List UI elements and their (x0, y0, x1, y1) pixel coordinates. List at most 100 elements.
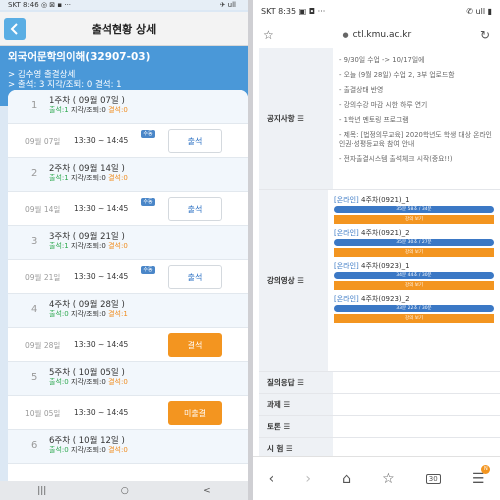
url-field[interactable]: ● ctl.kmu.ac.kr (342, 30, 411, 40)
absent-count: 결석:0 (108, 378, 128, 386)
notice-item[interactable]: - 제목: [법정의무교육] 2020학년도 학생 대상 온라인 인권·성평등교… (339, 131, 494, 149)
video-name: 4주차(0921)_2 (361, 229, 410, 237)
status-icons-right: ▣ ◘ ··· (298, 6, 326, 16)
video-title[interactable]: [온라인] 4주차(0921)_2 (334, 228, 494, 238)
videos-label-text: 강의영상 (267, 276, 295, 285)
recent-apps-button[interactable]: ||| (37, 486, 46, 496)
late-count: 지각/조퇴:0 (70, 242, 106, 250)
late-count: 지각/조퇴:0 (70, 174, 106, 182)
lock-icon: ● (342, 31, 349, 39)
attend-count: 출석:0 (49, 378, 69, 386)
list-icon: ☰ (283, 422, 291, 431)
bookmarks-icon[interactable]: ☆ (382, 471, 395, 487)
section-label: 과제 ☰ (259, 394, 333, 415)
attendance-status-button[interactable]: 출석 (168, 265, 222, 289)
section-value (333, 416, 500, 437)
menu-button[interactable]: ☰ N (472, 464, 491, 487)
attendance-status-button[interactable]: 출석 (168, 129, 222, 153)
notice-item[interactable]: - 오늘 (9월 28일) 수업 2, 3부 업로드함 (339, 71, 494, 80)
attendance-list: 1 1주차 ( 09월 07일 ) 출석:1 지각/조퇴:0 결석:0 09월 07일… (8, 90, 248, 500)
status-time-right: SKT 8:35 (261, 6, 297, 16)
browser-back-icon[interactable]: ‹ (269, 471, 275, 487)
session-date: 09월 28일 (25, 341, 61, 350)
status-bar-right: SKT 8:35 ▣ ◘ ··· ✆ ull ▮ (253, 0, 500, 22)
attend-count: 출석:0 (49, 446, 69, 454)
week-row[interactable]: 3 3주차 ( 09월 21일 ) 출석:1 지각/조퇴:0 결석:0 (8, 226, 248, 260)
notices-label-text: 공지사항 (267, 114, 295, 123)
course-page-content: 공지사항 ☰ - 9/30일 수업 -> 10/17일에 - 오늘 (9월 28일… (259, 48, 500, 466)
watch-lecture-button[interactable]: 강의 보기 (334, 215, 494, 224)
session-row: 09월 14일 13:30 ~ 14:45 수동 출석 (8, 192, 248, 226)
section-row[interactable]: 과제 ☰ (259, 394, 500, 416)
session-date: 09월 21일 (25, 273, 61, 282)
week-row[interactable]: 1 1주차 ( 09월 07일 ) 출석:1 지각/조퇴:0 결석:0 (8, 90, 248, 124)
home-button[interactable]: ○ (121, 486, 129, 496)
week-stats: 출석:1 지각/조퇴:0 결석:0 (49, 173, 128, 183)
notice-item[interactable]: - 출결상태 반영 (339, 86, 494, 95)
browser-forward-icon[interactable]: › (305, 471, 311, 487)
video-item: [온라인] 4주차(0921)_1 35분 58초 / 34분 강의 보기 (334, 195, 494, 224)
video-name: 4주차(0923)_2 (361, 295, 410, 303)
system-back-button[interactable]: < (203, 486, 211, 496)
notification-badge: N (481, 464, 491, 474)
week-row[interactable]: 5 5주차 ( 10월 05일 ) 출석:0 지각/조퇴:0 결석:0 (8, 362, 248, 396)
list-icon: ☰ (297, 114, 304, 123)
video-item: [온라인] 4주차(0923)_1 34분 44초 / 30분강의 보기 (334, 261, 494, 290)
session-row: 09월 21일 13:30 ~ 14:45 수동 출석 (8, 260, 248, 294)
section-value (333, 372, 500, 393)
section-label-text: 시 험 (267, 444, 284, 453)
week-number: 4 (31, 304, 38, 315)
absent-count: 결석:0 (108, 174, 128, 182)
notice-item[interactable]: - 전자출결시스템 출석체크 시작(중요!!) (339, 155, 494, 164)
section-label-text: 토론 (267, 422, 281, 431)
status-bar: SKT 8:46 ◎ ⊠ ▪ ··· ✈ ull (0, 0, 248, 10)
video-name: 4주차(0921)_1 (361, 196, 410, 204)
section-row[interactable]: 토론 ☰ (259, 416, 500, 438)
app-header: 출석현황 상세 (0, 12, 248, 46)
browser-url-bar: ☆ ● ctl.kmu.ac.kr ↻ (253, 22, 500, 48)
video-tag: [온라인] (334, 229, 359, 237)
video-tag: [온라인] (334, 295, 359, 303)
left-screen: SKT 8:46 ◎ ⊠ ▪ ··· ✈ ull 출석현황 상세 외국어문학의이… (0, 0, 248, 500)
notice-item[interactable]: - 1학년 멘토링 프로그램 (339, 116, 494, 125)
week-stats: 출석:0 지각/조퇴:0 결석:0 (49, 377, 128, 387)
absent-count: 결석:1 (108, 310, 128, 318)
status-time: SKT 8:46 (8, 1, 39, 9)
attendance-status-button[interactable]: 결석 (168, 333, 222, 357)
notice-item[interactable]: - 9/30일 수업 -> 10/17일에 (339, 56, 494, 65)
session-date: 10월 05일 (25, 409, 61, 418)
right-screen: SKT 8:35 ▣ ◘ ··· ✆ ull ▮ ☆ ● ctl.kmu.ac.… (253, 0, 500, 500)
attendance-status-button[interactable]: 미출결 (168, 401, 222, 425)
session-time: 13:30 ~ 14:45 (74, 136, 129, 145)
notice-item[interactable]: - 강의수강 마감 시한 하루 연기 (339, 101, 494, 110)
week-row[interactable]: 6 6주차 ( 10월 12일 ) 출석:0 지각/조퇴:0 결석:0 (8, 430, 248, 464)
late-count: 지각/조퇴:0 (70, 310, 106, 318)
video-title[interactable]: [온라인] 4주차(0923)_1 (334, 261, 494, 271)
attendance-status-button[interactable]: 출석 (168, 197, 222, 221)
week-row[interactable]: 2 2주차 ( 09월 14일 ) 출석:1 지각/조퇴:0 결석:0 (8, 158, 248, 192)
watch-lecture-button[interactable]: 강의 보기 (334, 314, 494, 323)
week-number: 2 (31, 168, 38, 179)
browser-nav-bar: ‹ › ⌂ ☆ 30 ☰ N (253, 456, 500, 500)
session-date: 09월 07일 (25, 137, 61, 146)
back-button[interactable] (4, 18, 26, 40)
reload-icon[interactable]: ↻ (480, 28, 490, 42)
session-date: 09월 14일 (25, 205, 61, 214)
manual-badge: 수동 (141, 198, 155, 206)
video-title[interactable]: [온라인] 4주차(0923)_2 (334, 294, 494, 304)
tabs-count-button[interactable]: 30 (425, 473, 441, 484)
watch-lecture-button[interactable]: 강의 보기 (334, 281, 494, 290)
student-line: > 김수영 출결상세 (8, 70, 76, 80)
attend-count: 출석:0 (49, 310, 69, 318)
manual-badge: 수동 (141, 266, 155, 274)
bookmark-star-icon[interactable]: ☆ (263, 28, 274, 42)
section-row[interactable]: 질의응답 ☰ (259, 372, 500, 394)
home-icon[interactable]: ⌂ (342, 471, 351, 487)
week-row[interactable]: 4 4주차 ( 09월 28일 ) 출석:0 지각/조퇴:0 결석:1 (8, 294, 248, 328)
late-count: 지각/조퇴:0 (70, 106, 106, 114)
video-title[interactable]: [온라인] 4주차(0921)_1 (334, 195, 494, 205)
watch-lecture-button[interactable]: 강의 보기 (334, 248, 494, 257)
video-progress-bar: 34분 44초 / 30분 (334, 272, 494, 279)
attend-count: 출석:1 (49, 174, 69, 182)
session-time: 13:30 ~ 14:45 (74, 340, 129, 349)
